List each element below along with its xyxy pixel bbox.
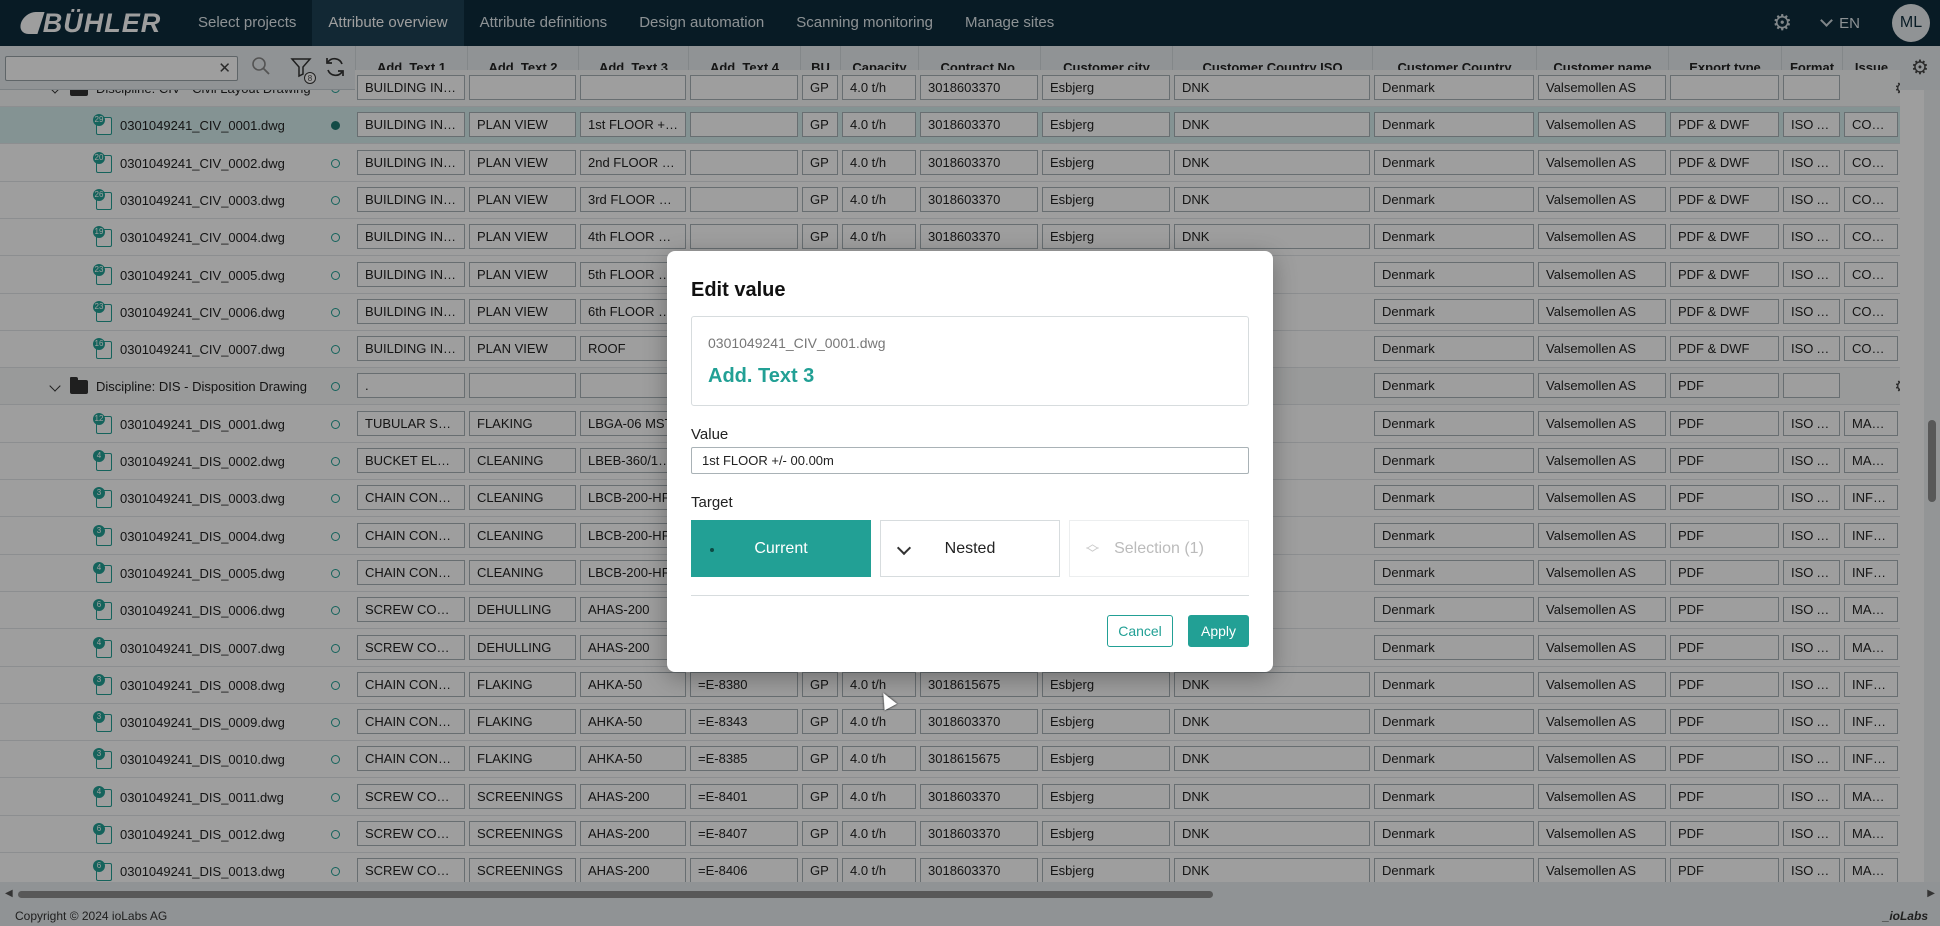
value-input[interactable] (691, 447, 1249, 474)
dialog-divider (691, 595, 1249, 596)
target-nested-label: Nested (944, 539, 996, 557)
context-attribute-name: Add. Text 3 (708, 365, 815, 387)
attribute-context-card: 0301049241_CIV_0001.dwg Add. Text 3 (691, 316, 1249, 406)
target-nested-button[interactable]: Nested (880, 520, 1060, 577)
target-label: Target (691, 494, 733, 511)
value-label: Value (691, 426, 729, 443)
dialog-title: Edit value (691, 279, 786, 301)
bullet-icon (710, 548, 714, 552)
unfold-icon: ︿ ﹀ (1086, 536, 1100, 561)
target-selection-button[interactable]: ︿ ﹀ Selection (1) (1069, 520, 1249, 577)
edit-value-dialog: Edit value 0301049241_CIV_0001.dwg Add. … (667, 251, 1273, 672)
apply-button[interactable]: Apply (1188, 615, 1249, 647)
chevron-down-icon (896, 540, 912, 556)
context-file-name: 0301049241_CIV_0001.dwg (708, 335, 886, 351)
app-root: BÜHLER Select projects Attribute overview… (0, 0, 1940, 926)
target-current-button[interactable]: Current (691, 520, 871, 577)
target-selection-label: Selection (1) (1114, 539, 1204, 557)
target-current-label: Current (754, 539, 808, 557)
cancel-button[interactable]: Cancel (1107, 615, 1173, 647)
